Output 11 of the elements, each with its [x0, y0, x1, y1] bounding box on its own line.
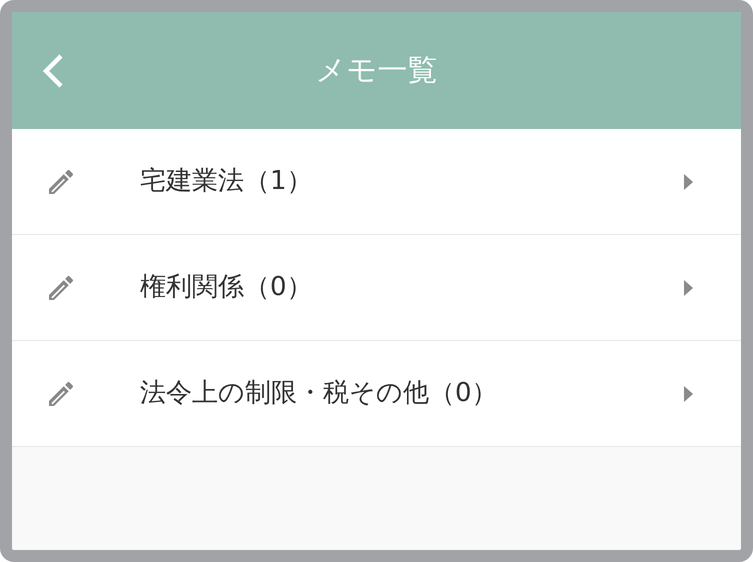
category-label: 法令上の制限・税その他（0）: [140, 377, 498, 410]
back-icon: [42, 52, 64, 88]
chevron-right-icon: [684, 386, 693, 402]
category-label: 宅建業法（1）: [140, 165, 313, 198]
screen-title: メモ一覧: [316, 52, 438, 90]
chevron-right-icon: [684, 280, 693, 296]
category-label: 権利関係（0）: [140, 271, 313, 304]
category-row[interactable]: 法令上の制限・税その他（0）: [12, 341, 741, 447]
category-row[interactable]: 宅建業法（1）: [12, 129, 741, 235]
chevron-right-icon: [684, 174, 693, 190]
category-row[interactable]: 権利関係（0）: [12, 235, 741, 341]
